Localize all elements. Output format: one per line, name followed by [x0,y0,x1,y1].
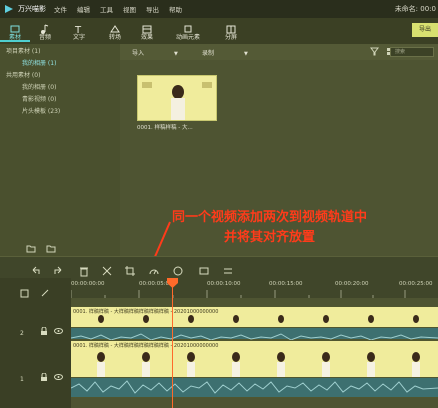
ruler-label: 00:00:00:00 [71,281,105,287]
tab-effects[interactable]: 效果 [132,20,162,42]
menu-edit[interactable]: 编辑 [77,4,90,14]
ruler-label: 00:00:25:00 [399,281,433,287]
tab-transition-label: 转场 [108,34,121,41]
menu-help[interactable]: 帮助 [169,4,182,14]
video-clip[interactable]: 0001. 样稿样稿 - 大样稿样稿样稿样稿样稿 - 2020100000000… [71,341,438,377]
crop-icon[interactable] [124,262,136,276]
track-1-header: 1 [20,366,24,385]
app-name: 万兴喵影 [18,5,46,13]
menu-bar: 文件 编辑 工具 视图 导出 帮助 [54,4,182,14]
folder-icon[interactable] [46,238,56,257]
media-thumbnail[interactable] [137,75,217,121]
color-icon[interactable] [172,262,184,276]
tab-text[interactable]: T 文字 [64,20,94,42]
chevron-down-icon: ▼ [174,51,178,57]
media-header: 导入 ▼ 录制 ▼ 搜索 [120,44,438,60]
text-icon: T [64,20,94,36]
music-icon [30,20,60,34]
media-library-panel: 项目素材 (1) 我的相册 (1) 共用素材 (0) 我的相册 (0) 青影视频… [0,44,120,256]
search-input[interactable]: 搜索 [390,47,434,57]
green-screen-icon[interactable] [198,262,210,275]
tab-elements-label: 动画元素 [175,34,200,41]
chevron-down-icon: ▼ [244,51,248,57]
ruler-ticks [71,290,406,298]
tree-item-my-album-shared[interactable]: 我的相册 (0) [22,82,56,91]
eye-icon[interactable] [54,320,63,339]
track-1-label: 1 [20,376,24,383]
cut-icon[interactable] [101,262,113,276]
record-dropdown[interactable]: 录制 ▼ [202,48,248,57]
menu-file[interactable]: 文件 [54,4,67,14]
video-track-1: 0001. 样稿样稿 - 大样稿样稿样稿样稿样稿 - 2020100000000… [70,340,438,398]
project-status: 未命名: 00:0 [394,5,436,13]
clip-title: 0001. 样稿样稿 - 大样稿样稿样稿样稿样稿 - 2020100000000… [73,309,219,315]
eye-icon[interactable] [54,366,63,385]
tree-item-shared-media[interactable]: 共用素材 (0) [6,70,40,79]
tab-effects-label: 效果 [140,34,153,41]
tab-media[interactable]: 素材 [0,20,30,42]
audio-waveform[interactable] [70,378,438,397]
tab-audio-label: 音频 [38,34,51,41]
tab-split-screen-label: 分屏 [224,34,237,41]
track-headers: 2 1 [0,278,71,408]
ruler-label: 00:00:10:00 [207,281,241,287]
tab-split-screen[interactable]: 分屏 [216,20,246,42]
media-icon [0,20,30,33]
export-button[interactable]: 导出 [412,23,438,37]
import-dropdown[interactable]: 导入 ▼ [132,48,178,57]
tree-item-my-album[interactable]: 我的相册 (1) [22,58,56,67]
tree-item-video[interactable]: 青影视频 (0) [22,94,56,103]
add-track-icon[interactable] [20,283,30,302]
video-clip[interactable]: 0001. 样稿样稿 - 大样稿样稿样稿样稿样稿 - 2020100000000… [71,307,438,327]
import-label: 导入 [132,50,145,57]
clip-title: 0001. 样稿样稿 - 大样稿样稿样稿样稿样稿 - 2020100000000… [73,343,219,349]
annotation-line-1: 同一个视频添加两次到视频轨道中 [172,210,368,225]
undo-icon[interactable] [30,262,42,274]
lock-icon[interactable] [40,366,48,385]
annotation-line-2: 并将其对齐放置 [224,230,316,245]
ruler-label: 00:00:15:00 [269,281,303,287]
main-toolbar: 素材 音频 T 文字 转场 效果 动画元素 分屏 导出 [0,18,438,44]
speed-icon[interactable] [148,262,160,275]
tab-text-label: 文字 [72,34,85,41]
record-label: 录制 [202,50,215,57]
track-2-label: 2 [20,330,24,337]
split-screen-icon [216,20,246,34]
tree-item-templates[interactable]: 片头模板 (23) [22,106,60,115]
playhead-line[interactable] [172,278,173,408]
app-logo-icon [3,3,15,15]
new-folder-icon[interactable] [26,238,36,257]
audio-waveform[interactable] [70,328,438,341]
title-bar: 万兴喵影 文件 编辑 工具 视图 导出 帮助 未命名: 00:0 [0,0,438,18]
tab-transition[interactable]: 转场 [100,20,130,42]
tab-media-label: 素材 [8,34,21,41]
effects-icon [132,20,162,34]
redo-icon[interactable] [52,262,64,274]
tab-audio[interactable]: 音频 [30,20,60,42]
annotation-text: 同一个视频添加两次到视频轨道中 并将其对齐放置 [172,208,367,248]
link-icon[interactable] [40,283,50,302]
elements-icon [168,20,208,33]
lock-icon[interactable] [40,320,48,339]
search-placeholder: 搜索 [395,49,406,55]
video-track-2: 0001. 样稿样稿 - 大样稿样稿样稿样稿样稿 - 2020100000000… [70,306,438,341]
waveform-graphic [70,380,438,394]
audio-mixer-icon[interactable] [222,262,234,274]
menu-export[interactable]: 导出 [146,4,159,14]
menu-tools[interactable]: 工具 [100,4,113,14]
tree-item-project-media[interactable]: 项目素材 (1) [6,46,40,55]
tab-elements[interactable]: 动画元素 [168,20,208,42]
video-editor-window: 万兴喵影 文件 编辑 工具 视图 导出 帮助 未命名: 00:0 素材 音频 T… [0,0,438,408]
timeline-ruler[interactable]: 00:00:00:00 00:00:05:00 00:00:10:00 00:0… [71,278,438,298]
filter-icon[interactable] [370,47,379,58]
menu-view[interactable]: 视图 [123,4,136,14]
timeline-toolbar [0,256,438,278]
playhead-handle[interactable] [167,278,178,288]
delete-icon[interactable] [78,262,90,277]
ruler-label: 00:00:20:00 [335,281,369,287]
transition-icon [100,20,130,33]
media-clip-name: 0001. 样稿样稿 - 大... [137,125,193,131]
track-2-header: 2 [20,320,24,339]
